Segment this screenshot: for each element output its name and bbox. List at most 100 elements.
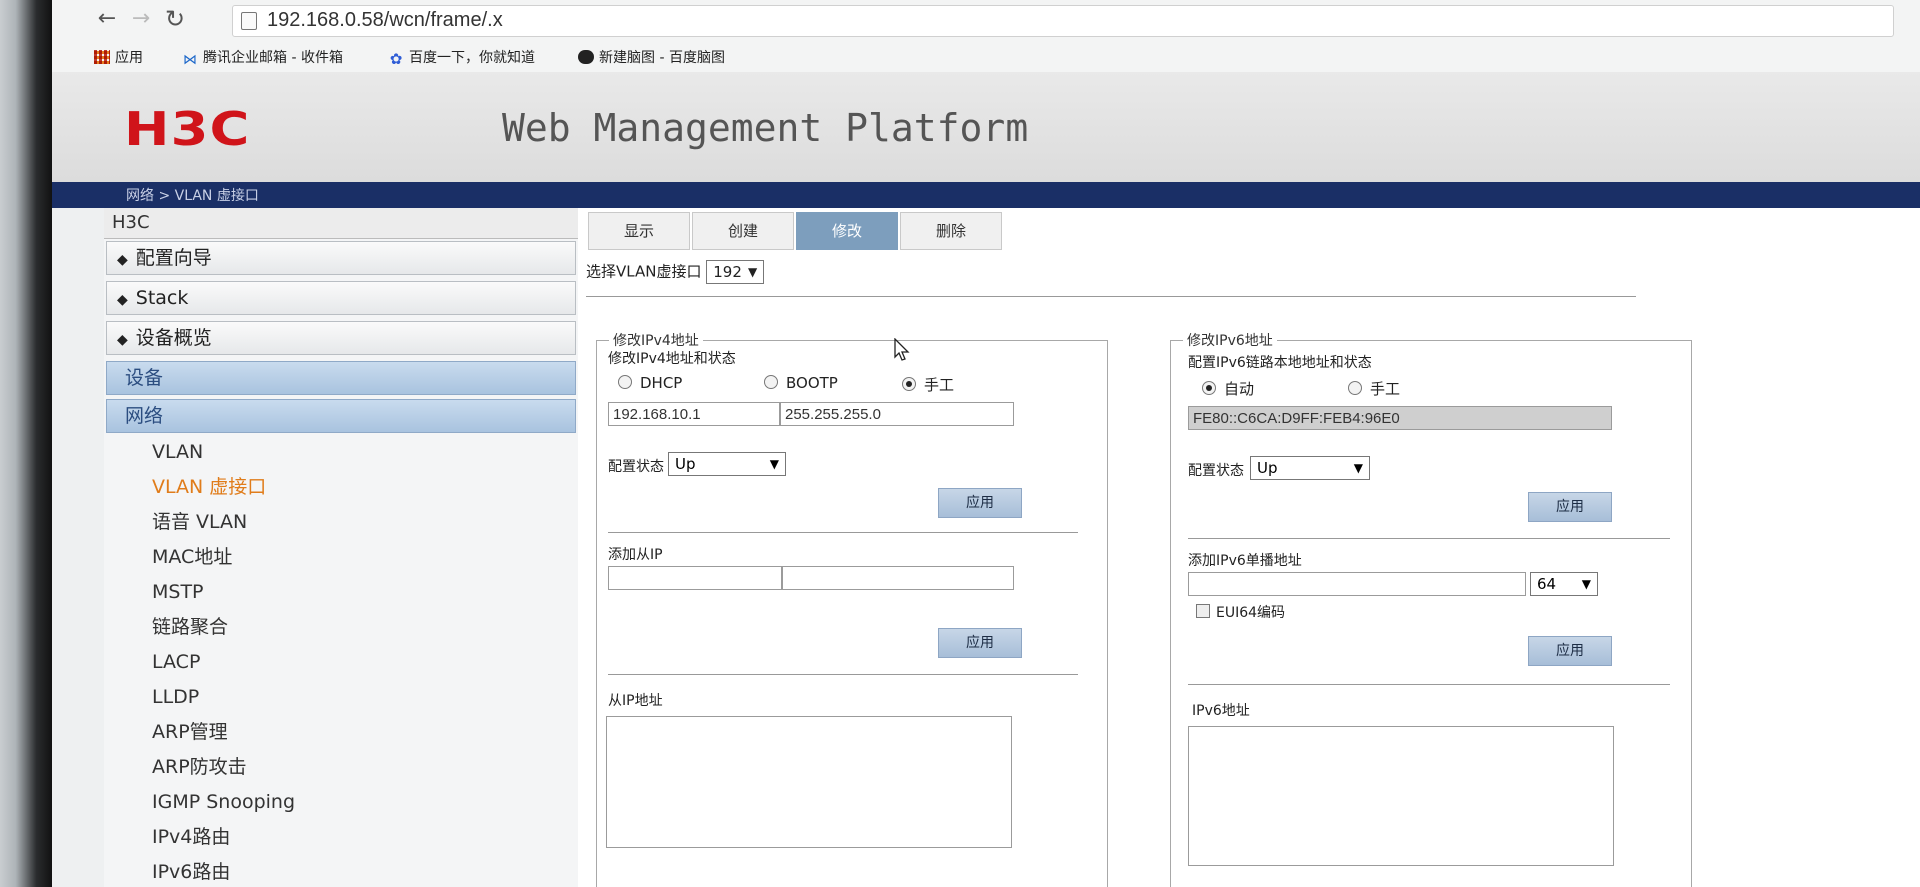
breadcrumb-bar: 网络 > VLAN 虚接口	[52, 182, 1920, 208]
sidebar-item-voice-vlan[interactable]: 语音 VLAN	[104, 505, 578, 540]
secondary-ip-input[interactable]	[608, 566, 782, 590]
section-label: 配置向导	[135, 247, 212, 269]
back-icon[interactable]: ←	[94, 6, 120, 32]
vlan-select[interactable]: 192 ▼	[706, 260, 765, 284]
sidebar-item-arp-attack[interactable]: ARP防攻击	[104, 750, 578, 785]
bookmark-apps[interactable]: 应用	[94, 47, 143, 67]
divider	[1188, 538, 1670, 539]
ipv4-subtitle: 修改IPv4地址和状态	[608, 351, 736, 367]
tab-delete[interactable]: 删除	[900, 212, 1002, 250]
diamond-icon: ◆	[117, 332, 128, 348]
mouse-cursor-icon	[894, 338, 910, 361]
ipv6-status-select[interactable]: Up ▼	[1250, 456, 1370, 480]
bookmark-tencent-mail[interactable]: ⋈ 腾讯企业邮箱 - 收件箱	[182, 47, 343, 67]
reload-icon[interactable]: ↻	[162, 6, 188, 32]
radio-label: BOOTP	[786, 374, 838, 392]
divider	[586, 296, 1636, 297]
sidebar-item-lacp[interactable]: LACP	[104, 645, 578, 680]
sidebar-item-vlan[interactable]: VLAN	[104, 435, 578, 470]
sidebar-section-wizard[interactable]: ◆ 配置向导	[106, 241, 576, 275]
address-bar[interactable]: 192.168.0.58/wcn/frame/.x	[232, 5, 1894, 37]
divider	[1188, 684, 1670, 685]
url-text: 192.168.0.58/wcn/frame/.x	[267, 9, 503, 31]
vlan-select-label: 选择VLAN虚接口	[586, 262, 702, 281]
radio-label: 手工	[1370, 380, 1401, 398]
bookmark-label: 新建脑图 - 百度脑图	[599, 50, 725, 66]
checkbox-box	[1196, 604, 1210, 618]
eui64-checkbox[interactable]: EUI64编码	[1196, 602, 1285, 622]
sidebar-item-link-aggregation[interactable]: 链路聚合	[104, 610, 578, 645]
forward-icon[interactable]: →	[128, 6, 154, 32]
radio-dot	[764, 375, 778, 389]
mail-icon: ⋈	[183, 52, 197, 68]
add-ipv6-unicast-label: 添加IPv6单播地址	[1188, 553, 1302, 569]
secondary-mask-input[interactable]	[782, 566, 1014, 590]
ipv4-address-input[interactable]: 192.168.10.1	[608, 402, 780, 426]
radio-ipv6-manual[interactable]: 手工	[1348, 378, 1400, 399]
select-value: Up	[1257, 459, 1278, 477]
bookmark-baidu[interactable]: ✿ 百度一下，你就知道	[388, 47, 535, 67]
checkbox-label: EUI64编码	[1216, 605, 1286, 621]
sidebar-item-ipv4-route[interactable]: IPv4路由	[104, 820, 578, 855]
ipv4-status-label: 配置状态	[608, 459, 664, 475]
sidebar: H3C ◆ 配置向导 ◆ Stack ◆ 设备概览 设备 网络 VLAN VLAN 虚…	[104, 208, 578, 887]
ipv6-legend: 修改IPv6地址	[1187, 333, 1273, 349]
breadcrumb: 网络 > VLAN 虚接口	[126, 188, 259, 204]
h3c-logo: H3C	[124, 102, 251, 156]
bookmark-naotu[interactable]: 新建脑图 - 百度脑图	[578, 47, 725, 67]
bookmark-label: 应用	[115, 50, 143, 66]
tab-modify[interactable]: 修改	[796, 212, 898, 250]
sidebar-group-network[interactable]: 网络	[106, 399, 576, 433]
ipv4-status-select[interactable]: Up ▼	[668, 452, 786, 476]
sidebar-item-mac[interactable]: MAC地址	[104, 540, 578, 575]
secondary-apply-button[interactable]: 应用	[938, 628, 1022, 658]
radio-dot-selected	[1202, 381, 1216, 395]
sidebar-group-device[interactable]: 设备	[106, 361, 576, 395]
radio-auto[interactable]: 自动	[1202, 378, 1254, 399]
select-value: 64	[1537, 575, 1557, 593]
sidebar-section-overview[interactable]: ◆ 设备概览	[106, 321, 576, 355]
radio-dhcp[interactable]: DHCP	[618, 374, 682, 392]
ipv6-apply-button[interactable]: 应用	[1528, 492, 1612, 522]
dropdown-arrow-icon: ▼	[769, 457, 779, 471]
vlan-select-value: 192	[713, 263, 742, 281]
sidebar-item-arp[interactable]: ARP管理	[104, 715, 578, 750]
diamond-icon: ◆	[117, 292, 128, 308]
section-label: 设备概览	[135, 327, 212, 349]
naotu-icon	[578, 50, 594, 64]
app-header: H3C Web Management Platform	[52, 72, 1920, 182]
sidebar-item-ipv6-route[interactable]: IPv6路由	[104, 855, 578, 887]
sidebar-item-igmp-snooping[interactable]: IGMP Snooping	[104, 785, 578, 820]
select-value: Up	[675, 455, 696, 473]
ipv4-legend: 修改IPv4地址	[613, 333, 699, 349]
dropdown-arrow-icon: ▼	[1581, 577, 1591, 591]
ipv6-status-label: 配置状态	[1188, 463, 1244, 479]
radio-bootp[interactable]: BOOTP	[764, 374, 838, 392]
radio-label: 自动	[1224, 380, 1255, 398]
divider	[608, 674, 1078, 675]
sidebar-item-vlan-interface[interactable]: VLAN 虚接口	[104, 470, 578, 505]
ipv4-mask-input[interactable]: 255.255.255.0	[780, 402, 1014, 426]
ipv4-apply-button[interactable]: 应用	[938, 488, 1022, 518]
sidebar-item-mstp[interactable]: MSTP	[104, 575, 578, 610]
ipv6-address-list[interactable]	[1188, 726, 1614, 866]
secondary-ip-list[interactable]	[606, 716, 1012, 848]
browser-window: ← → ↻ 192.168.0.58/wcn/frame/.x 应用 ⋈ 腾讯企业…	[52, 0, 1920, 887]
prefix-length-select[interactable]: 64 ▼	[1530, 572, 1598, 596]
radio-manual[interactable]: 手工	[902, 374, 954, 395]
bookmarks-bar: 应用 ⋈ 腾讯企业邮箱 - 收件箱 ✿ 百度一下，你就知道 新建脑图 - 百度脑图	[52, 42, 1920, 73]
ipv6-list-label: IPv6地址	[1192, 703, 1250, 719]
ipv6-unicast-apply-button[interactable]: 应用	[1528, 636, 1612, 666]
sidebar-section-stack[interactable]: ◆ Stack	[106, 281, 576, 315]
ipv6-unicast-input[interactable]	[1188, 572, 1526, 596]
tab-create[interactable]: 创建	[692, 212, 794, 250]
diamond-icon: ◆	[117, 252, 128, 268]
vlan-selector-row: 选择VLAN虚接口 192 ▼	[586, 260, 765, 284]
browser-toolbar: ← → ↻ 192.168.0.58/wcn/frame/.x	[52, 0, 1920, 42]
tab-show[interactable]: 显示	[588, 212, 690, 250]
sidebar-item-lldp[interactable]: LLDP	[104, 680, 578, 715]
secondary-ip-list-label: 从IP地址	[608, 693, 663, 709]
bookmark-label: 百度一下，你就知道	[409, 50, 535, 66]
page-icon	[241, 12, 257, 30]
radio-dot-selected	[902, 377, 916, 391]
